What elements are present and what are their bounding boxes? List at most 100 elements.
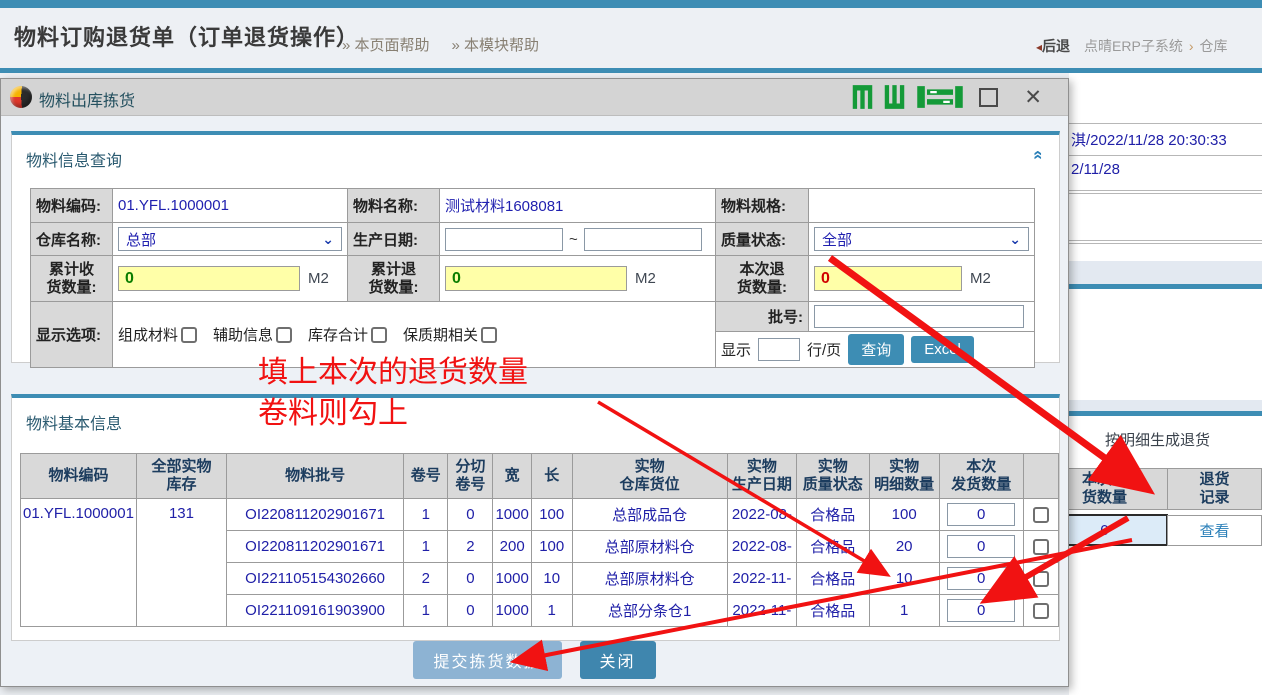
date-separator: ~ [569,231,578,248]
cell-batch: OI220811202901671 [226,531,403,563]
display-label: 显示 [721,339,751,360]
close-button[interactable]: ✕ [1024,88,1042,107]
query-panel-title: 物料信息查询 [26,147,122,171]
stretch-vertical-up-icon[interactable] [849,84,876,110]
row-checkbox[interactable] [1033,603,1049,619]
ship-qty-input[interactable]: 0 [947,503,1015,526]
col-width: 宽 [493,454,531,499]
row-divider [1069,193,1262,194]
collapse-panel-icon[interactable]: « [1028,150,1048,159]
bg-datetime-text: 淇/2022/11/28 20:30:33 [1071,129,1227,150]
checkbox-shelf-life[interactable] [481,327,497,343]
cell-qty: 1 [869,595,939,627]
breadcrumb-section[interactable]: 仓库 [1200,38,1228,54]
prod-date-to-input[interactable] [584,228,702,251]
dialog-footer: 提交拣货数据 关闭 [1,641,1068,679]
col-length: 长 [531,454,572,499]
cell-width: 1000 [493,563,531,595]
cell-slit: 0 [448,563,493,595]
cell-length: 100 [531,531,572,563]
breadcrumb-separator: › [1189,38,1194,54]
excel-button[interactable]: Excel [911,336,974,363]
checkbox-compose-material[interactable] [181,327,197,343]
return-now-input[interactable]: 0 [814,266,962,291]
option-shelf-life-label: 保质期相关 [403,324,478,345]
batch-label: 批号: [716,302,809,332]
prod-date-from-input[interactable] [445,228,563,251]
maximize-button[interactable] [979,88,998,107]
row-divider [1069,240,1262,241]
row-divider [1069,123,1262,124]
query-button[interactable]: 查询 [848,334,904,365]
table-row: 01.YFL.1000001 131 OI220811202901671 1 0… [21,499,1059,531]
batch-input[interactable] [814,305,1024,328]
quality-label: 质量状态: [716,223,809,256]
submit-picking-button[interactable]: 提交拣货数据 [413,641,561,679]
row-checkbox[interactable] [1033,507,1049,523]
cell-prod-date: 2022-08- [727,531,796,563]
material-code-label: 物料编码: [31,189,113,223]
row-divider [1069,243,1262,244]
warehouse-selected: 总部 [126,229,156,250]
checkbox-stock-total[interactable] [371,327,387,343]
chevron-down-icon: ⌄ [1009,231,1021,248]
cell-quality: 合格品 [797,595,869,627]
return-total-unit: M2 [635,270,656,287]
cell-length: 100 [531,499,572,531]
col-roll-no: 卷号 [404,454,448,499]
query-form: 物料编码: 01.YFL.1000001 物料名称: 测试材料1608081 物… [30,188,1035,368]
rows-per-page-input[interactable] [758,338,800,361]
ship-qty-input[interactable]: 0 [947,535,1015,558]
detail-panel-title: 物料基本信息 [26,410,122,434]
cell-roll: 2 [404,563,448,595]
cell-slit: 2 [448,531,493,563]
material-name-label: 物料名称: [348,189,440,223]
app-sphere-icon [10,86,32,108]
bg-section-accent [1069,284,1262,289]
material-code-value: 01.YFL.1000001 [113,189,348,223]
module-help-link[interactable]: » 本模块帮助 [452,37,540,54]
return-now-unit: M2 [970,270,991,287]
col-location: 实物 仓库货位 [572,454,727,499]
row-checkbox[interactable] [1033,539,1049,555]
col-prod-date: 实物 生产日期 [727,454,796,499]
col-ship-qty: 本次 发货数量 [939,454,1023,499]
row-checkbox[interactable] [1033,571,1049,587]
ship-qty-input[interactable]: 0 [947,567,1015,590]
bg-view-link[interactable]: 查看 [1167,515,1262,546]
cell-quality: 合格品 [797,531,869,563]
close-dialog-button[interactable]: 关闭 [580,641,656,679]
return-total-label: 累计退 货数量: [348,256,440,302]
back-link[interactable]: 后退 [1042,38,1070,54]
help-links: » 本页面帮助 » 本模块帮助 [342,34,561,55]
warehouse-label: 仓库名称: [31,223,113,256]
col-material-code: 物料编码 [21,454,137,499]
chevron-down-icon: ⌄ [322,231,334,248]
page-help-link[interactable]: » 本页面帮助 [342,37,430,54]
cell-length: 10 [531,563,572,595]
material-spec-label: 物料规格: [716,189,809,223]
bg-section-accent [1069,411,1262,416]
cell-prod-date: 2022-11- [727,595,796,627]
cell-material-code: 01.YFL.1000001 [21,499,137,627]
window-controls: ✕ [849,84,1042,110]
per-page-label: 行/页 [807,339,841,360]
cell-batch: OI220811202901671 [226,499,403,531]
cell-length: 1 [531,595,572,627]
return-total-input[interactable]: 0 [445,266,627,291]
options-label: 显示选项: [31,302,113,368]
dialog-titlebar: 物料出库拣货 ✕ [1,79,1068,116]
checkbox-aux-info[interactable] [276,327,292,343]
stretch-vertical-down-icon[interactable] [881,84,908,110]
ship-qty-input[interactable]: 0 [947,599,1015,622]
cell-location: 总部原材料仓 [572,563,727,595]
generate-return-hint: 按明细生成退货 [1105,429,1210,450]
warehouse-select[interactable]: 总部 ⌄ [118,227,342,251]
quality-select[interactable]: 全部⌄ [814,227,1029,251]
option-compose-label: 组成材料 [118,324,178,345]
breadcrumb-app[interactable]: 点晴ERP子系统 [1084,38,1183,54]
stretch-horizontal-icon[interactable] [917,84,963,110]
breadcrumb: ◂后退点晴ERP子系统›仓库 [1036,36,1228,56]
recv-qty-input[interactable]: 0 [118,266,300,291]
cell-quality: 合格品 [797,499,869,531]
